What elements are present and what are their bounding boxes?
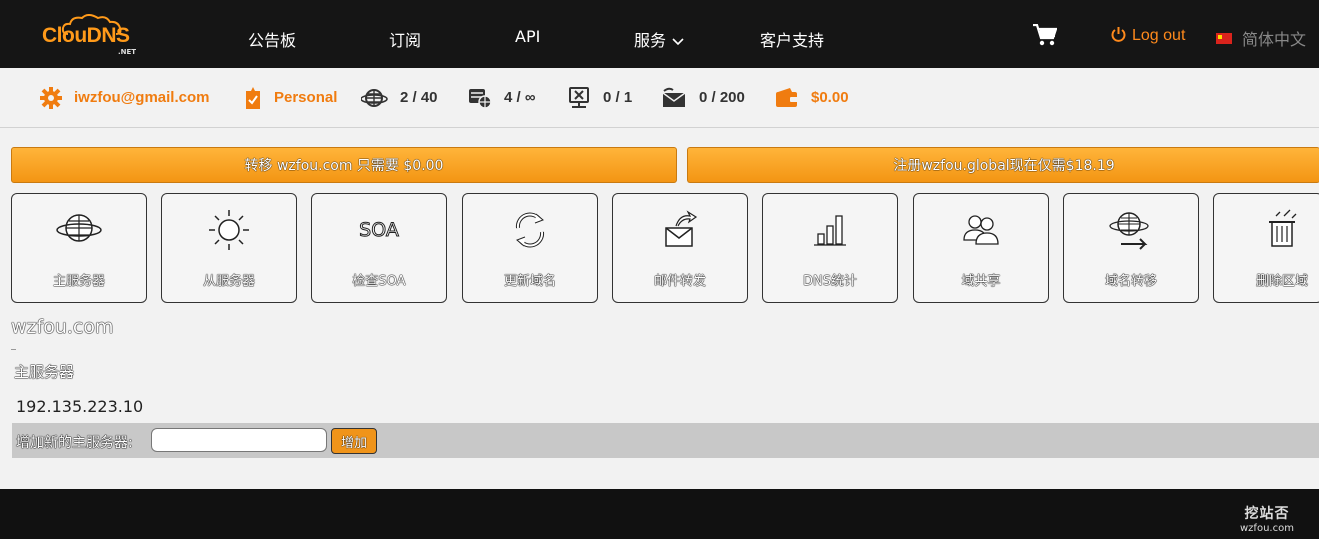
tile-label: DNS统计 bbox=[803, 274, 857, 289]
add-master-server-label: 增加新的主服务器: bbox=[16, 435, 133, 451]
wallet-icon bbox=[775, 87, 799, 108]
stat-plan[interactable]: Personal bbox=[244, 68, 337, 127]
nav-subscription[interactable]: 订阅 bbox=[389, 27, 421, 51]
tile-label: 主服务器 bbox=[52, 274, 105, 289]
tile-delete-zone[interactable]: 删除区域 bbox=[1213, 193, 1319, 303]
top-navbar: ClouDNS .NET 公告板 订阅 API 服务 客户支持 Log out … bbox=[0, 0, 1319, 68]
add-master-server-bar: 增加新的主服务器: 增加 bbox=[12, 423, 1319, 458]
master-server-ip: 192.135.223.10 bbox=[16, 397, 144, 416]
bar-chart-icon bbox=[763, 208, 897, 248]
tile-slave-server[interactable]: 从服务器 bbox=[161, 193, 297, 303]
soa-icon: SOA bbox=[312, 208, 446, 248]
language-label: 简体中文 bbox=[1242, 30, 1307, 49]
zones-count: 2 / 40 bbox=[400, 89, 438, 106]
tile-master-server[interactable]: 主服务器 bbox=[11, 193, 147, 303]
power-icon bbox=[1111, 27, 1126, 42]
tile-label: 删除区域 bbox=[1255, 274, 1308, 289]
section-title: 主服务器 bbox=[14, 363, 75, 381]
tile-label: 从服务器 bbox=[202, 274, 255, 289]
watermark-line2: wzfou.com bbox=[1240, 523, 1294, 534]
stat-balance[interactable]: $0.00 bbox=[775, 68, 849, 127]
divider bbox=[11, 349, 16, 350]
footer bbox=[0, 489, 1319, 539]
add-button[interactable]: 增加 bbox=[331, 428, 377, 454]
globe-icon bbox=[361, 87, 388, 109]
tile-update-domain[interactable]: 更新域名 bbox=[462, 193, 598, 303]
tile-label: 邮件转发 bbox=[653, 274, 706, 289]
account-balance: $0.00 bbox=[811, 89, 849, 106]
domain-title: wzfou.com bbox=[11, 316, 114, 338]
plan-name: Personal bbox=[274, 89, 338, 106]
stat-redirects: 0 / 200 bbox=[661, 68, 745, 127]
cart-icon[interactable] bbox=[1033, 23, 1058, 51]
logo-text: ClouDNS bbox=[42, 24, 130, 47]
gear-icon bbox=[40, 86, 62, 109]
language-selector[interactable]: 简体中文 bbox=[1216, 26, 1306, 50]
account-email: iwzfou@gmail.com bbox=[74, 89, 210, 106]
nav-bulletin[interactable]: 公告板 bbox=[248, 27, 296, 51]
sun-icon bbox=[162, 208, 296, 250]
monitor-x-icon bbox=[567, 86, 591, 110]
logout-button[interactable]: Log out bbox=[1111, 26, 1185, 45]
users-icon bbox=[914, 208, 1048, 248]
stat-zones: 2 / 40 bbox=[361, 68, 438, 127]
register-domain-button[interactable]: 注册wzfou.global现在仅需$18.19 bbox=[687, 147, 1319, 183]
watermark: 挖站否 wzfou.com bbox=[1240, 503, 1294, 534]
mail-forward-count: 0 / 1 bbox=[603, 89, 633, 106]
svg-text:SOA: SOA bbox=[359, 219, 399, 241]
mail-forward-icon bbox=[613, 208, 747, 248]
nav-support[interactable]: 客户支持 bbox=[760, 27, 824, 51]
transfer-domain-button[interactable]: 转移 wzfou.com 只需要 $0.00 bbox=[11, 147, 677, 183]
master-server-input[interactable] bbox=[151, 428, 327, 452]
nav-services[interactable]: 服务 bbox=[634, 27, 684, 51]
records-globe-icon bbox=[468, 87, 492, 109]
stat-mail-forward: 0 / 1 bbox=[567, 68, 632, 127]
watermark-line1: 挖站否 bbox=[1244, 506, 1290, 522]
account-stats-bar: iwzfou@gmail.com Personal 2 / 40 4 / ∞ 0… bbox=[0, 68, 1319, 128]
chevron-down-icon bbox=[672, 37, 684, 45]
badge-check-icon bbox=[244, 86, 262, 110]
tile-label: 域共享 bbox=[961, 274, 1001, 289]
logout-label: Log out bbox=[1132, 27, 1186, 44]
stat-email[interactable]: iwzfou@gmail.com bbox=[40, 68, 209, 127]
tile-mail-forward[interactable]: 邮件转发 bbox=[612, 193, 748, 303]
cloudns-logo[interactable]: ClouDNS .NET bbox=[40, 14, 140, 56]
stat-records: 4 / ∞ bbox=[468, 68, 536, 127]
trash-icon bbox=[1214, 208, 1319, 248]
logo-sub: .NET bbox=[118, 48, 137, 56]
refresh-icon bbox=[463, 208, 597, 248]
tile-domain-transfer[interactable]: 域名转移 bbox=[1063, 193, 1199, 303]
tile-check-soa[interactable]: SOA 检查SOA bbox=[311, 193, 447, 303]
nav-services-label: 服务 bbox=[634, 31, 667, 50]
tile-label: 更新域名 bbox=[503, 274, 556, 289]
tile-dns-stats[interactable]: DNS统计 bbox=[762, 193, 898, 303]
globe-arrow-icon bbox=[1064, 208, 1198, 250]
globe-icon bbox=[12, 208, 146, 248]
redirects-count: 0 / 200 bbox=[699, 89, 745, 106]
nav-api[interactable]: API bbox=[515, 27, 540, 46]
tile-domain-sharing[interactable]: 域共享 bbox=[913, 193, 1049, 303]
mail-icon bbox=[661, 87, 687, 109]
tile-label: 检查SOA bbox=[352, 274, 406, 289]
records-count: 4 / ∞ bbox=[504, 89, 536, 106]
china-flag-icon bbox=[1216, 33, 1232, 44]
tile-label: 域名转移 bbox=[1104, 274, 1157, 289]
